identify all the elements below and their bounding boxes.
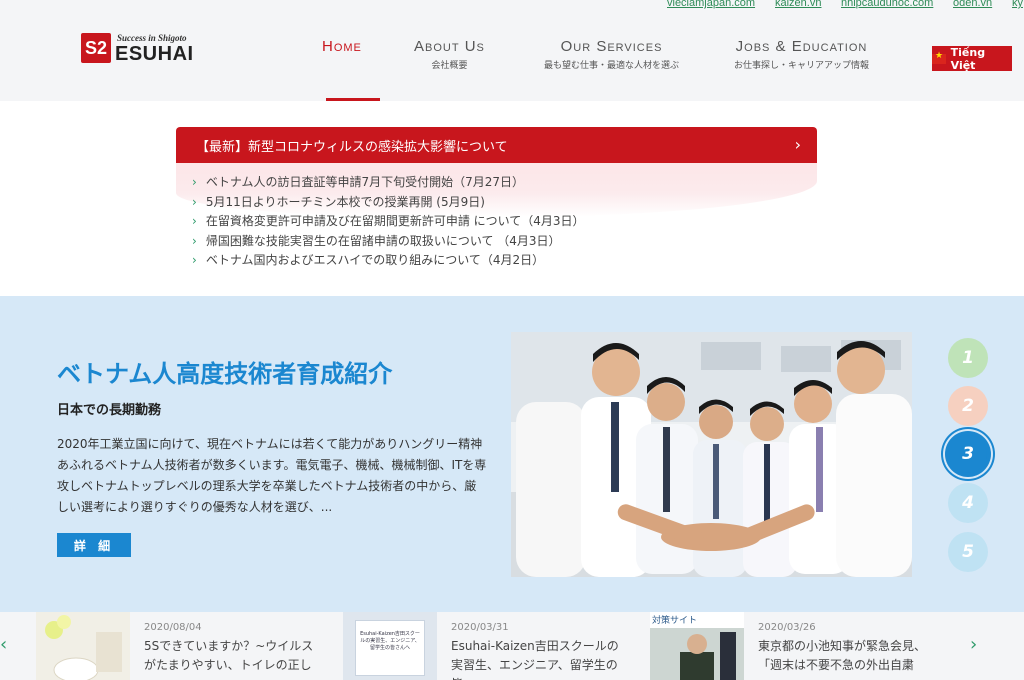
top-link-vieclamjapan[interactable]: vieclamjapan.com — [667, 0, 755, 9]
nav-our-services-sub: 最も望む仕事・最適な人材を選ぶ — [544, 61, 680, 71]
slide-dot-2[interactable]: 2 — [948, 386, 988, 426]
nav-about-us[interactable]: About Us 会社概要 — [414, 38, 485, 71]
slide-number: 2 — [962, 396, 974, 416]
sign-text: 対策サイト — [652, 616, 698, 626]
article-date: 2020/03/31 — [451, 622, 509, 633]
article-thumbnail[interactable]: Esuhai-Kaizen吉田スクールの実習生、エンジニア、留学生の皆さんへ — [343, 612, 437, 680]
hero-subtitle: 日本での長期勤務 — [57, 403, 162, 418]
site-header: S2 Success in Shigoto ESUHAI Home About … — [0, 0, 1024, 101]
top-link-oden[interactable]: oden.vn — [953, 0, 992, 9]
toilet-cleaning-image — [36, 612, 130, 680]
slide-number: 1 — [962, 348, 974, 368]
news-headline-banner[interactable]: 【最新】新型コロナウィルスの感染拡大影響について › — [176, 127, 817, 163]
hero-title: ベトナム人高度技術者育成紹介 — [57, 360, 393, 388]
news-item[interactable]: › 在留資格変更許可申請及び在留期間更新許可申請 について（4月3日） — [192, 212, 585, 232]
nav-jobs-education-sub: お仕事探し・キャリアアップ情報 — [734, 61, 870, 71]
news-item-text: 帰国困難な技能実習生の在留諸申請の取扱いについて （4月3日） — [205, 233, 561, 248]
news-item[interactable]: › ベトナム国内およびエスハイでの取り組みについて（4月2日） — [192, 251, 585, 271]
hero-slider: ベトナム人高度技術者育成紹介 日本での長期勤務 2020年工業立国に向けて、現在… — [0, 296, 1024, 612]
nav-home-label: Home — [322, 38, 362, 55]
hero-team-photo — [511, 332, 912, 577]
slide-dot-3[interactable]: 3 — [949, 435, 987, 473]
news-section: 【最新】新型コロナウィルスの感染拡大影響について › › ベトナム人の訪日査証等申… — [0, 101, 1024, 296]
chevron-right-icon: › — [192, 233, 197, 248]
article-date: 2020/03/26 — [758, 622, 816, 633]
chevron-left-icon: ‹ — [0, 634, 8, 655]
chevron-right-icon: › — [794, 135, 801, 154]
team-huddle-illustration — [511, 332, 912, 577]
news-item[interactable]: › 5月11日よりホーチミン本校での授業再開 (5月9日) — [192, 193, 585, 213]
slide-dot-4[interactable]: 4 — [948, 483, 988, 523]
article-date: 2020/08/04 — [144, 622, 202, 633]
nav-home[interactable]: Home — [322, 38, 362, 55]
nav-our-services-label: Our Services — [560, 38, 663, 55]
language-switch-button[interactable]: Tiếng Việt — [932, 45, 1012, 72]
news-item[interactable]: › 帰国困難な技能実習生の在留諸申請の取扱いについて （4月3日） — [192, 232, 585, 252]
carousel-prev-button[interactable]: ‹ — [0, 634, 7, 655]
vietnam-flag-icon — [932, 51, 946, 64]
slide-dot-5[interactable]: 5 — [948, 532, 988, 572]
news-item-text: 5月11日よりホーチミン本校での授業再開 (5月9日) — [205, 194, 485, 209]
logo-name: ESUHAI — [115, 43, 194, 65]
chevron-right-icon: › — [192, 214, 197, 228]
top-link-nhipcauduhoc[interactable]: nhipcauduhoc.com — [841, 0, 933, 9]
nav-about-us-label: About Us — [414, 38, 485, 55]
details-button[interactable]: 詳 細 — [57, 533, 131, 557]
slide-number: 3 — [962, 444, 974, 464]
article-thumbnail[interactable]: 対策サイト — [650, 612, 744, 680]
news-item[interactable]: › ベトナム人の訪日査証等申請7月下旬受付開始（7月27日） — [192, 173, 585, 193]
slide-dot-1[interactable]: 1 — [948, 338, 988, 378]
news-item-text: 在留資格変更許可申請及び在留期間更新許可申請 について（4月3日） — [205, 214, 585, 228]
article-title[interactable]: Esuhai-Kaizen吉田スクールの実習生、エンジニア、留学生の皆 — [451, 637, 629, 680]
chevron-right-icon: › — [192, 175, 197, 189]
poster-text: Esuhai-Kaizen吉田スクールの実習生、エンジニア、留学生の皆さんへ — [355, 620, 425, 676]
article-thumbnail[interactable] — [36, 612, 130, 680]
slide-number: 4 — [962, 493, 974, 513]
news-headline: 【最新】新型コロナウィルスの感染拡大影響について — [196, 139, 508, 155]
esuhai-logo[interactable]: S2 Success in Shigoto ESUHAI — [81, 33, 221, 65]
nav-jobs-education-label: Jobs & Education — [735, 38, 868, 55]
hero-description: 2020年工業立国に向けて、現在ベトナムには若くて能力がありハングリー精神あふれ… — [57, 437, 487, 514]
logo-mark: S2 — [81, 33, 111, 63]
article-title[interactable]: 東京都の小池知事が緊急会見、「週末は不要不急の外出自粛 — [758, 637, 936, 675]
language-button-label: Tiếng Việt — [950, 45, 986, 72]
nav-jobs-education[interactable]: Jobs & Education お仕事探し・キャリアアップ情報 — [734, 38, 869, 71]
articles-carousel: ‹ 2020/08/04 5Sできていますか？~ウイルスがたまりやすい、トイレの… — [0, 612, 1024, 680]
news-list: › ベトナム人の訪日査証等申請7月下旬受付開始（7月27日） › 5月11日よりホー… — [192, 173, 585, 271]
top-link-ky[interactable]: ky — [1012, 0, 1023, 9]
news-item-text: ベトナム国内およびエスハイでの取り組みについて（4月2日） — [205, 253, 545, 267]
slide-number: 5 — [962, 542, 974, 562]
carousel-next-button[interactable]: › — [970, 634, 977, 655]
chevron-right-icon: › — [970, 634, 978, 655]
top-link-kaizen[interactable]: kaizen.vn — [775, 0, 821, 9]
logo-tagline: Success in Shigoto — [117, 33, 187, 43]
chevron-right-icon: › — [192, 194, 197, 209]
article-title[interactable]: 5Sできていますか？~ウイルスがたまりやすい、トイレの正し — [144, 637, 322, 675]
nav-our-services[interactable]: Our Services 最も望む仕事・最適な人材を選ぶ — [544, 38, 679, 71]
news-item-text: ベトナム人の訪日査証等申請7月下旬受付開始（7月27日） — [205, 175, 524, 189]
chevron-right-icon: › — [192, 253, 197, 267]
top-links-bar: vieclamjapan.com kaizen.vn nhipcauduhoc.… — [0, 0, 1024, 14]
nav-about-us-sub: 会社概要 — [431, 61, 468, 71]
